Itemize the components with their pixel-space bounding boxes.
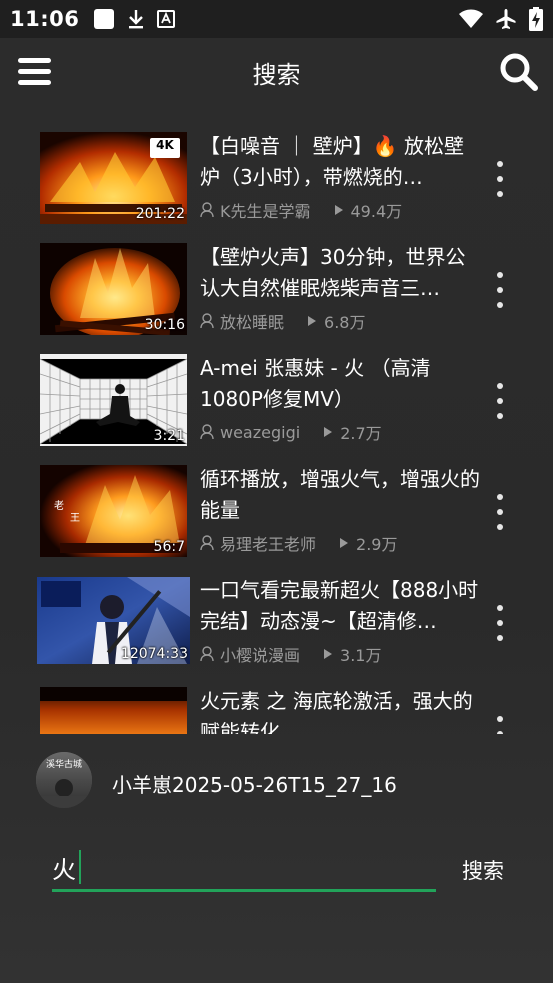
play-count-icon [308,316,317,326]
more-options-icon[interactable] [492,161,508,197]
video-views: 49.4万 [350,202,403,221]
video-views: 3.1万 [340,646,382,665]
download-icon [129,10,144,29]
wifi-icon [459,9,483,28]
account-row[interactable]: 溪华古城 小羊崽2025-05-26T15_27_16 [36,752,536,810]
more-options-icon[interactable] [492,494,508,530]
video-thumbnail[interactable]: 老 王 56:7 [40,465,187,557]
status-bar: 11:06 [0,0,553,38]
video-title[interactable]: A-mei 张惠妹 - 火 （高清1080P修复MV） [200,353,482,415]
video-author: weazegigi [220,422,301,442]
user-icon [200,535,214,551]
video-thumbnail[interactable]: 3:21 [40,354,187,446]
video-author: K先生是学霸 [220,202,311,221]
avatar[interactable]: 溪华古城 [36,752,92,808]
search-icon[interactable] [498,51,540,93]
result-item[interactable]: 12074:33 一口气看完最新超火【888小时完结】动态漫~【超清修… 小樱说… [0,568,553,668]
status-time: 11:06 [10,7,80,31]
video-author: 易理老王老师 [220,535,317,554]
video-title[interactable]: 【壁炉火声】30分钟，世界公认大自然催眠烧柴声音三… [200,242,482,304]
square-notification-icon [94,9,115,29]
video-meta: 放松睡眠 6.8万 [200,311,366,332]
result-item[interactable]: 3:21 A-mei 张惠妹 - 火 （高清1080P修复MV） weazegi… [0,346,553,446]
video-meta: K先生是学霸 49.4万 [200,200,403,221]
video-duration: 12074:33 [120,646,188,662]
result-item[interactable]: 火元素 之 海底轮激活，强大的赋能转化 [0,679,553,734]
user-icon [200,646,214,662]
more-options-icon[interactable] [492,383,508,419]
text-cursor [79,850,81,884]
video-title[interactable]: 循环播放，增强火气，增强火的能量 [200,464,482,526]
user-icon [200,313,214,329]
video-title[interactable]: 【白噪音 ｜ 壁炉】🔥 放松壁炉（3小时），带燃烧的… [200,131,482,193]
4k-badge: 4K [150,138,180,158]
video-views: 2.9万 [356,535,398,554]
user-icon [200,202,214,218]
airplane-icon [496,9,516,29]
search-input[interactable] [52,845,436,892]
svg-text:老: 老 [54,499,64,512]
video-title[interactable]: 火元素 之 海底轮激活，强大的赋能转化 [200,686,482,734]
video-thumbnail[interactable]: 30:16 [40,243,187,335]
svg-text:王: 王 [70,513,80,524]
badge-label: 4K [156,138,174,152]
video-meta: 易理老王老师 2.9万 [200,533,398,554]
video-meta: weazegigi 2.7万 [200,422,382,443]
search-submit-button[interactable]: 搜索 [450,850,516,890]
video-thumbnail[interactable]: 4K 201:22 [40,132,187,224]
video-author: 小樱说漫画 [220,646,301,665]
video-author: 放松睡眠 [220,313,285,332]
video-views: 6.8万 [324,313,366,332]
play-count-icon [324,427,333,437]
user-icon [200,424,214,440]
more-options-icon[interactable] [492,272,508,308]
page-title: 搜索 [252,61,301,89]
search-results-list[interactable]: 4K 201:22 【白噪音 ｜ 壁炉】🔥 放松壁炉（3小时），带燃烧的… K先… [0,124,553,734]
play-count-icon [334,205,343,215]
result-item[interactable]: 4K 201:22 【白噪音 ｜ 壁炉】🔥 放松壁炉（3小时），带燃烧的… K先… [0,124,553,224]
video-duration: 30:16 [144,317,185,333]
play-count-icon [340,538,349,548]
battery-charging-icon [529,7,543,31]
more-options-icon[interactable] [492,716,508,734]
video-title[interactable]: 一口气看完最新超火【888小时完结】动态漫~【超清修… [200,575,482,637]
account-name: 小羊崽2025-05-26T15_27_16 [112,773,397,797]
avatar-caption: 溪华古城 [45,760,82,770]
text-notification-icon [157,10,176,28]
video-views: 2.7万 [340,424,382,443]
video-duration: 3:21 [153,428,185,444]
play-count-icon [324,649,333,659]
video-meta: 小樱说漫画 3.1万 [200,644,382,665]
result-item[interactable]: 30:16 【壁炉火声】30分钟，世界公认大自然催眠烧柴声音三… 放松睡眠 6.… [0,235,553,335]
more-options-icon[interactable] [492,605,508,641]
video-duration: 201:22 [135,206,185,222]
result-item[interactable]: 老 王 56:7 循环播放，增强火气，增强火的能量 易理老王老师 2.9万 [0,457,553,557]
status-system-icons [459,7,543,31]
video-thumbnail[interactable]: 12074:33 [37,577,190,664]
video-thumbnail[interactable] [40,687,187,734]
video-duration: 56:7 [153,539,185,555]
status-notifications [93,8,176,30]
app-header: 搜索 [0,38,553,106]
